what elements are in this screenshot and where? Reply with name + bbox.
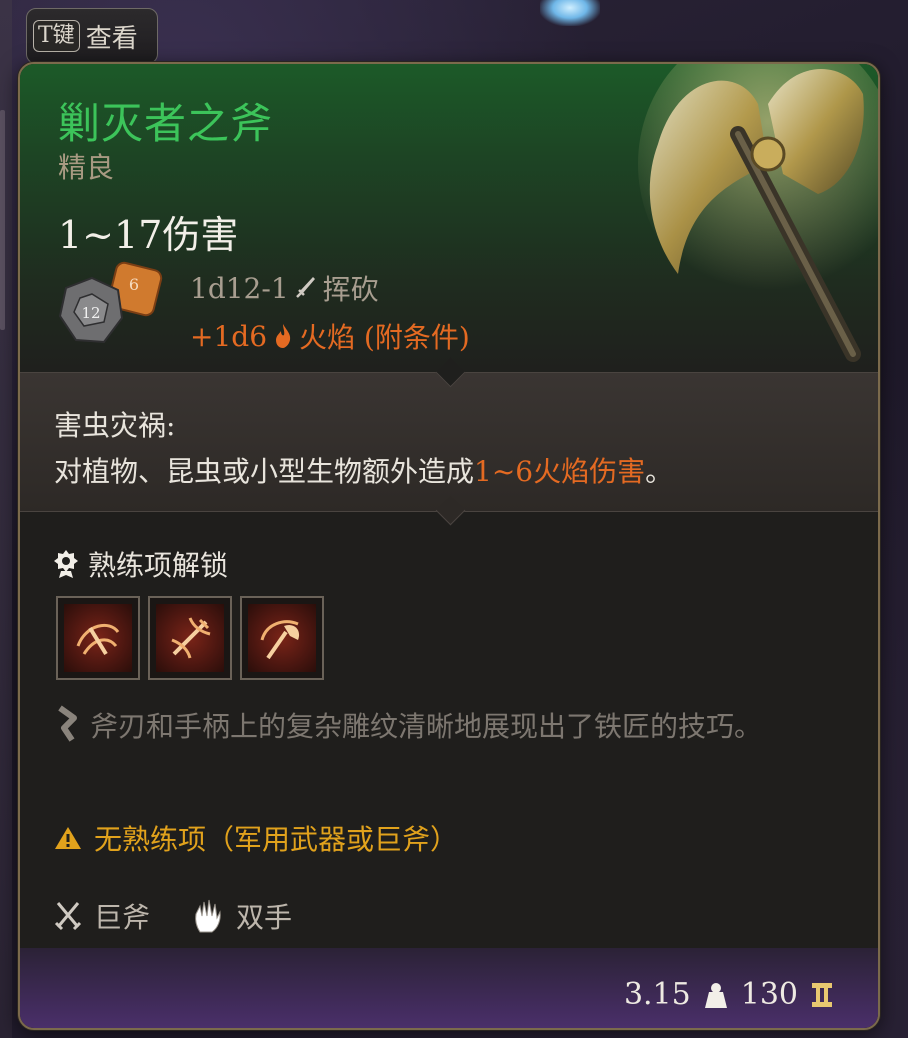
svg-text:6: 6: [129, 275, 139, 294]
handedness: 双手: [236, 901, 293, 934]
lacerate-action-icon: [171, 617, 211, 659]
quill-icon: [58, 705, 77, 742]
flavor-text: 斧刃和手柄上的复杂雕纹清晰地展现出了铁匠的技巧。: [90, 710, 763, 743]
gold-icon: [812, 982, 832, 1007]
bonus-type: 火焰 (附条件): [299, 321, 470, 354]
proficiency-actions: [56, 596, 324, 680]
axe-strike-action-icon: [260, 620, 300, 660]
action-slot-3[interactable]: [240, 596, 324, 680]
action-slot-1[interactable]: [56, 596, 140, 680]
weight-value: 3.15: [623, 977, 691, 1012]
fire-icon: [276, 324, 291, 348]
weight-icon: [704, 982, 727, 1008]
background-crystal: [540, 0, 600, 26]
weapon-type: 巨斧: [94, 901, 151, 934]
proficiency-heading: 熟练项解锁: [54, 544, 228, 584]
cleave-action-icon: [76, 623, 120, 656]
damage-dice: 1d12-1: [190, 271, 289, 305]
dice-icon: 6 12: [58, 261, 163, 344]
svg-text:12: 12: [81, 304, 100, 322]
keybind-label: 查看: [85, 23, 138, 54]
proficiency-heading-label: 熟练项解锁: [88, 549, 229, 582]
action-slot-2[interactable]: [148, 596, 232, 680]
item-stats: 3.15 130: [624, 977, 834, 1012]
warning-text: 无熟练项（军用武器或巨斧）: [94, 823, 459, 856]
item-rarity: 精良: [58, 151, 115, 184]
item-tooltip: 剿灭者之斧 精良 1~17伤害 6 12 1d12-1 挥砍 +1d6 火焰 (…: [18, 62, 880, 1030]
flavor-text-row: 斧刃和手柄上的复杂雕纹清晰地展现出了铁匠的技巧。: [54, 704, 844, 750]
bonus-damage-row: +1d6 火焰 (附条件): [190, 316, 470, 356]
two-handed-icon: [195, 899, 221, 933]
proficiency-warning: 无熟练项（军用武器或巨斧）: [54, 818, 458, 858]
sword-icon: [295, 277, 315, 298]
bonus-dice: +1d6: [190, 319, 268, 353]
damage-dice-row: 1d12-1 挥砍: [190, 268, 379, 308]
item-name: 剿灭者之斧: [58, 99, 274, 148]
warning-icon: [55, 827, 81, 849]
background-scroll-indicator: [0, 110, 5, 330]
passive-damage-highlight: 1~6火焰伤害: [474, 455, 646, 488]
weapon-properties: 巨斧 双手: [54, 896, 292, 936]
gold-value: 130: [740, 977, 798, 1012]
damage-type: 挥砍: [322, 273, 379, 306]
keycap: T键: [33, 20, 80, 52]
proficiency-badge-icon: [54, 550, 78, 578]
crossed-swords-icon: [54, 902, 82, 931]
axe-artwork: [638, 64, 878, 362]
damage-range: 1~17伤害: [58, 213, 239, 257]
passive-description: 对植物、昆虫或小型生物额外造成1~6火焰伤害。: [54, 455, 674, 488]
passive-name: 害虫灾祸:: [54, 409, 176, 442]
inspect-keybind-hint[interactable]: T键 查看: [26, 8, 158, 64]
